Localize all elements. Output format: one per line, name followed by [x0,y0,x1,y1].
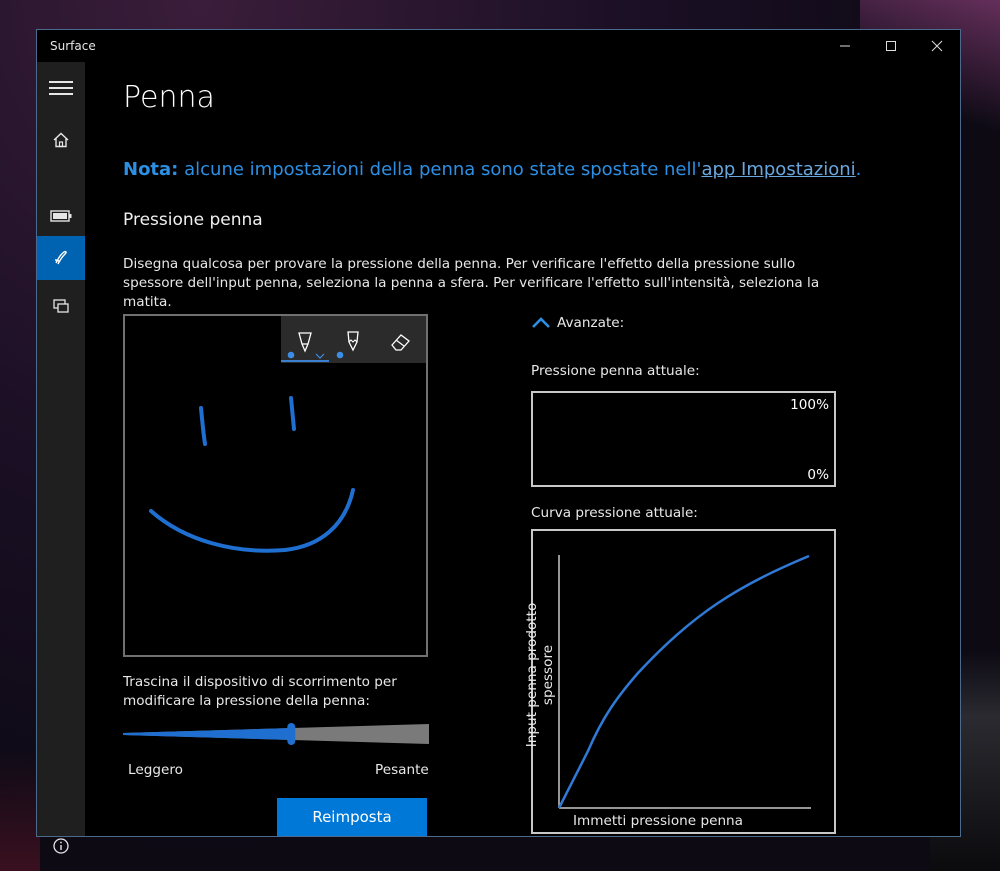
maximize-button[interactable] [868,30,914,62]
ballpoint-pen-icon [298,332,312,353]
slider-max-label: Pesante [375,762,429,778]
battery-icon [50,210,72,222]
chevron-up-icon [532,317,550,328]
hamburger-icon [49,77,73,99]
pressure-curve [557,554,810,809]
page-title: Penna [123,80,215,115]
hamburger-menu-button[interactable] [37,66,85,110]
ink-drawing [149,396,355,553]
devices-icon [53,299,69,313]
settings-note: Nota: alcune impostazioni della penna so… [123,159,861,180]
slider-thumb [287,723,296,745]
pressure-slider[interactable] [123,722,429,746]
settings-app-link[interactable]: app Impostazioni [701,159,855,180]
home-icon [53,132,69,148]
section-title: Pressione penna [123,210,263,230]
selection-dot-icon [287,351,295,359]
chevron-down-icon[interactable] [315,353,325,359]
slider-hint: Trascina il dispositivo di scorrimento p… [123,674,397,709]
maximize-icon [886,41,896,51]
curve-label: Curva pressione attuale: [531,505,698,521]
close-icon [931,40,943,52]
pen-icon [54,250,67,265]
section-description: Disegna qualcosa per provare la pression… [123,256,820,310]
main-content: Penna Nota: alcune impostazioni della pe… [85,62,960,836]
curve-y-axis-label: Input penna prodotto spessore [524,602,556,748]
note-label: Nota: [123,159,179,180]
title-bar[interactable]: Surface [37,30,960,62]
reset-button[interactable]: Reimposta [277,798,427,836]
minimize-icon [840,45,850,47]
info-icon [53,838,69,854]
eraser-tool[interactable] [381,322,421,362]
sidebar-item-home[interactable] [37,118,85,162]
current-pressure-label: Pressione penna attuale: [531,363,700,379]
pressure-max-label: 100% [790,397,829,413]
slider-min-label: Leggero [128,762,183,778]
sidebar-item-info[interactable] [37,824,85,868]
eraser-icon [391,334,410,351]
sidebar-item-pen[interactable] [37,236,85,280]
slider-fill [123,728,292,740]
ink-toolbar [281,316,426,363]
note-text: alcune impostazioni della penna sono sta… [178,159,702,180]
drawing-canvas[interactable] [123,314,428,657]
close-button[interactable] [914,30,960,62]
note-end: . [855,159,862,180]
desktop-background [0,751,40,871]
app-window: Surface Penna Nota: alcune impostazioni … [36,29,961,854]
advanced-toggle[interactable]: Avanzate: [531,315,624,331]
pressure-min-label: 0% [807,467,829,483]
pencil-icon [347,331,359,352]
pressure-meter: 100% 0% [531,391,836,487]
sidebar-item-devices[interactable] [37,284,85,328]
sidebar [37,62,85,854]
window-title: Surface [50,39,96,53]
advanced-label: Avanzate: [557,315,625,331]
sidebar-item-battery[interactable] [37,194,85,238]
tool-selection-indicator [281,360,329,362]
pressure-curve-chart: Input penna prodotto spessore Immetti pr… [524,529,836,834]
minimize-button[interactable] [822,30,868,62]
selection-dot-icon [336,351,344,359]
curve-x-axis-label: Immetti pressione penna [573,813,744,829]
